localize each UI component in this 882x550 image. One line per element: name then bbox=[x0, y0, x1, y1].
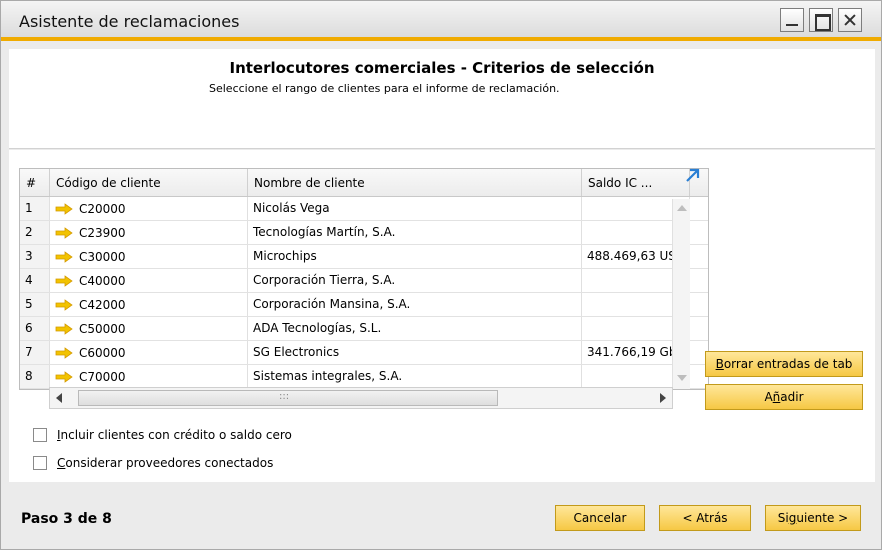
customer-grid: # Código de cliente Nombre de cliente Sa… bbox=[19, 168, 709, 390]
column-header-name[interactable]: Nombre de cliente bbox=[248, 169, 582, 196]
customer-name-cell[interactable]: Tecnologías Martín, S.A. bbox=[248, 221, 582, 244]
table-row[interactable]: 7 C60000 SG Electronics 341.766,19 Gb bbox=[20, 341, 708, 365]
customer-code: C42000 bbox=[79, 297, 126, 312]
table-row[interactable]: 3 C30000 Microchips 488.469,63 US bbox=[20, 245, 708, 269]
window-title: Asistente de reclamaciones bbox=[19, 12, 240, 31]
vertical-scrollbar[interactable] bbox=[672, 199, 690, 389]
customer-code-cell[interactable]: C42000 bbox=[50, 293, 248, 316]
page-subtitle: Seleccione el rango de clientes para el … bbox=[209, 82, 560, 95]
back-button[interactable]: < Atrás bbox=[659, 505, 751, 531]
next-button[interactable]: Siguiente > bbox=[765, 505, 861, 531]
customer-name-cell[interactable]: Sistemas integrales, S.A. bbox=[248, 365, 582, 388]
maximize-button[interactable] bbox=[809, 8, 833, 32]
close-button[interactable] bbox=[838, 8, 862, 32]
horizontal-scrollbar[interactable] bbox=[49, 387, 673, 409]
link-arrow-icon[interactable] bbox=[55, 226, 73, 239]
row-number: 4 bbox=[20, 269, 50, 292]
cancel-button[interactable]: Cancelar bbox=[555, 505, 645, 531]
page-title: Interlocutores comerciales - Criterios d… bbox=[229, 59, 655, 77]
customer-name-cell[interactable]: Microchips bbox=[248, 245, 582, 268]
customer-code-cell[interactable]: C23900 bbox=[50, 221, 248, 244]
customer-code-cell[interactable]: C50000 bbox=[50, 317, 248, 340]
table-row[interactable]: 1 C20000 Nicolás Vega bbox=[20, 197, 708, 221]
link-arrow-icon[interactable] bbox=[55, 322, 73, 335]
connected-vendors-checkbox[interactable] bbox=[33, 456, 47, 470]
customer-name-cell[interactable]: Nicolás Vega bbox=[248, 197, 582, 220]
add-button[interactable]: Añadir bbox=[705, 384, 863, 410]
expand-icon[interactable] bbox=[685, 167, 701, 183]
customer-code: C40000 bbox=[79, 273, 126, 288]
customer-name-cell[interactable]: ADA Tecnologías, S.L. bbox=[248, 317, 582, 340]
grid-header: # Código de cliente Nombre de cliente Sa… bbox=[20, 169, 708, 197]
table-row[interactable]: 2 C23900 Tecnologías Martín, S.A. bbox=[20, 221, 708, 245]
customer-code-cell[interactable]: C60000 bbox=[50, 341, 248, 364]
customer-name-cell[interactable]: Corporación Mansina, S.A. bbox=[248, 293, 582, 316]
table-row[interactable]: 8 C70000 Sistemas integrales, S.A. bbox=[20, 365, 708, 389]
row-number: 5 bbox=[20, 293, 50, 316]
customer-name-cell[interactable]: SG Electronics bbox=[248, 341, 582, 364]
customer-code: C70000 bbox=[79, 369, 126, 384]
customer-code: C30000 bbox=[79, 249, 126, 264]
connected-vendors-option[interactable]: Considerar proveedores conectados bbox=[33, 456, 273, 470]
link-arrow-icon[interactable] bbox=[55, 370, 73, 383]
column-header-code[interactable]: Código de cliente bbox=[50, 169, 248, 196]
scroll-left-icon[interactable] bbox=[56, 393, 62, 403]
row-number: 8 bbox=[20, 365, 50, 388]
customer-code-cell[interactable]: C20000 bbox=[50, 197, 248, 220]
link-arrow-icon[interactable] bbox=[55, 202, 73, 215]
customer-code: C23900 bbox=[79, 225, 126, 240]
row-number: 7 bbox=[20, 341, 50, 364]
customer-code-cell[interactable]: C40000 bbox=[50, 269, 248, 292]
row-number: 3 bbox=[20, 245, 50, 268]
row-number: 6 bbox=[20, 317, 50, 340]
clear-table-entries-button[interactable]: Borrar entradas de tab bbox=[705, 351, 863, 377]
title-bar[interactable]: Asistente de reclamaciones bbox=[1, 1, 881, 41]
next-button-label: Siguiente > bbox=[777, 511, 849, 525]
zero-balance-checkbox[interactable] bbox=[33, 428, 47, 442]
wizard-header: Interlocutores comerciales - Criterios d… bbox=[9, 49, 875, 149]
row-number: 1 bbox=[20, 197, 50, 220]
link-arrow-icon[interactable] bbox=[55, 274, 73, 287]
customer-code: C50000 bbox=[79, 321, 126, 336]
add-button-label: Añadir bbox=[764, 390, 804, 404]
wizard-content: # Código de cliente Nombre de cliente Sa… bbox=[9, 150, 875, 482]
zero-balance-option[interactable]: Incluir clientes con crédito o saldo cer… bbox=[33, 428, 292, 442]
connected-vendors-label: Considerar proveedores conectados bbox=[57, 456, 274, 470]
customer-code-cell[interactable]: C70000 bbox=[50, 365, 248, 388]
zero-balance-label: Incluir clientes con crédito o saldo cer… bbox=[57, 428, 292, 442]
scroll-thumb[interactable] bbox=[78, 390, 498, 406]
scroll-up-icon[interactable] bbox=[677, 205, 687, 211]
row-number: 2 bbox=[20, 221, 50, 244]
dunning-wizard-window: Asistente de reclamaciones Interlocutore… bbox=[0, 0, 882, 550]
customer-name-cell[interactable]: Corporación Tierra, S.A. bbox=[248, 269, 582, 292]
grid-body: 1 C20000 Nicolás Vega 2 C23900 Tecnologías Ma… bbox=[20, 197, 708, 389]
customer-code-cell[interactable]: C30000 bbox=[50, 245, 248, 268]
link-arrow-icon[interactable] bbox=[55, 298, 73, 311]
scroll-down-icon[interactable] bbox=[677, 375, 687, 381]
table-row[interactable]: 6 C50000 ADA Tecnologías, S.L. bbox=[20, 317, 708, 341]
customer-code: C20000 bbox=[79, 201, 126, 216]
table-row[interactable]: 4 C40000 Corporación Tierra, S.A. bbox=[20, 269, 708, 293]
table-row[interactable]: 5 C42000 Corporación Mansina, S.A. bbox=[20, 293, 708, 317]
minimize-button[interactable] bbox=[780, 8, 804, 32]
wizard-footer: Paso 3 de 8 Cancelar < Atrás Siguiente > bbox=[9, 483, 875, 543]
link-arrow-icon[interactable] bbox=[55, 346, 73, 359]
clear-button-label: Borrar entradas de tab bbox=[715, 357, 853, 371]
column-header-num[interactable]: # bbox=[20, 169, 50, 196]
step-indicator: Paso 3 de 8 bbox=[21, 511, 112, 527]
link-arrow-icon[interactable] bbox=[55, 250, 73, 263]
column-header-balance[interactable]: Saldo IC ... bbox=[582, 169, 690, 196]
customer-code: C60000 bbox=[79, 345, 126, 360]
scroll-right-icon[interactable] bbox=[660, 393, 666, 403]
